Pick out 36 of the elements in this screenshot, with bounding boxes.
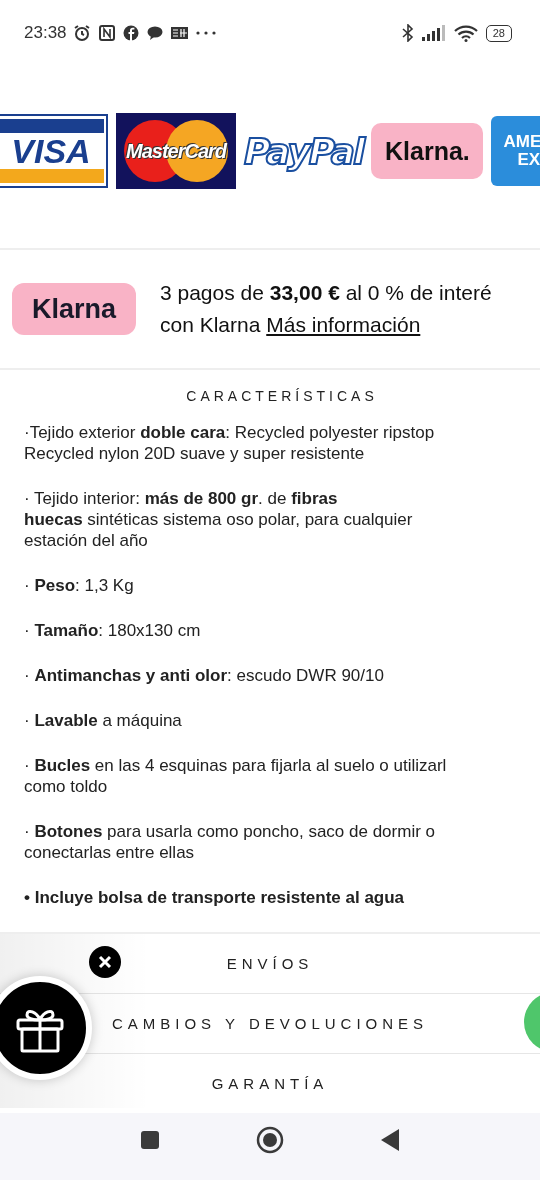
amex-logo: AME EX (491, 116, 540, 186)
feature-text: · Tamaño: 180x130 cm (24, 620, 202, 641)
chat-icon (146, 26, 163, 40)
installment-text: con Klarna (160, 313, 261, 336)
feature-text: · Botones para usarla como poncho, saco de dormir o conectarlas entre ellas (24, 821, 436, 863)
paypal-logo: PayPal (244, 130, 364, 172)
alarm-icon (72, 24, 91, 42)
social-app-icon (122, 25, 139, 41)
section-title: CARACTERÍSTICAS (185, 388, 379, 404)
recents-icon[interactable] (140, 1130, 160, 1150)
clock: 23:38 (24, 23, 67, 43)
feature-text: · Peso: 1,3 Kg (24, 575, 135, 596)
nfc-icon (98, 25, 115, 41)
more-icon (195, 31, 216, 35)
bluetooth-icon (401, 24, 414, 42)
wifi-icon (453, 24, 478, 42)
feature-text: · Lavable a máquina (24, 710, 183, 731)
signal-icon (421, 25, 446, 41)
feature-text: ·Tejido exterior doble cara: Recycled polyester ripstop Recycled nylon 20D suave y super resistente (24, 422, 436, 464)
accordion-header[interactable]: ENVÍOS (226, 955, 314, 972)
klarna-badge: Klarna (12, 283, 136, 335)
back-icon[interactable] (380, 1128, 400, 1152)
close-icon (98, 955, 112, 969)
home-icon[interactable] (256, 1126, 284, 1154)
accordion-header[interactable]: CAMBIOS Y DEVOLUCIONES (111, 1015, 429, 1032)
feature-text: · Antimanchas y anti olor: escudo DWR 90/10 (24, 665, 385, 686)
accordion-header[interactable]: GARANTÍA (211, 1075, 329, 1092)
more-info-link[interactable]: Más información (266, 313, 421, 336)
feature-text: · Bucles en las 4 esquinas para fijarla al suelo o utilizarl como toldo (24, 755, 448, 797)
feature-text: · Tejido interior: más de 800 gr. de fibras huecas sintéticas sistema oso polar, para cualquier estación del año (24, 488, 414, 551)
battery-indicator: 28 (485, 24, 512, 42)
grid-app-icon (170, 26, 188, 40)
feature-text: • Incluye bolsa de transporte resistente al agua (24, 887, 406, 908)
klarna-logo: Klarna. (371, 123, 484, 179)
installment-text: 3 pagos de 33,00 € al 0 % de interé (160, 280, 492, 306)
visa-logo: VISA (0, 114, 108, 188)
